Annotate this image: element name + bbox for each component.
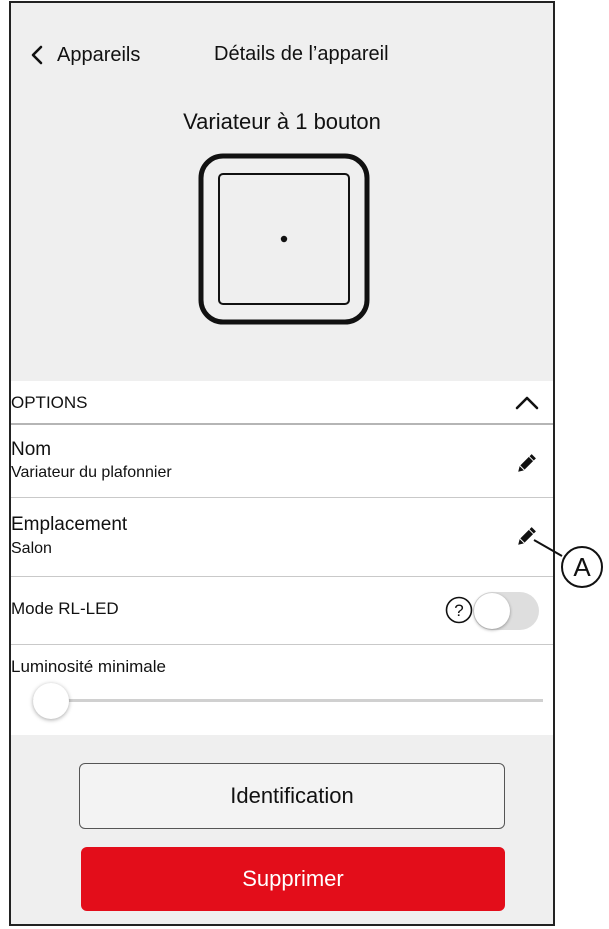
chevron-left-icon xyxy=(31,45,43,65)
toggle-knob xyxy=(474,593,510,629)
location-value: Salon xyxy=(11,540,52,557)
identify-button[interactable]: Identification xyxy=(79,763,505,829)
dimmer-switch-illustration xyxy=(198,153,370,325)
name-value: Variateur du plafonnier xyxy=(11,464,172,481)
min-brightness-slider-thumb[interactable] xyxy=(33,683,69,719)
callout-label: A xyxy=(561,546,603,588)
help-circle-icon[interactable]: ? xyxy=(445,596,473,624)
rl-led-mode-label: Mode RL-LED xyxy=(11,599,119,618)
name-row: Nom Variateur du plafonnier xyxy=(11,425,553,498)
options-section-header[interactable]: OPTIONS xyxy=(11,381,553,425)
location-label: Emplacement xyxy=(11,514,128,535)
delete-button[interactable]: Supprimer xyxy=(81,847,505,911)
pencil-icon[interactable] xyxy=(515,453,537,475)
min-brightness-row: Luminosité minimale xyxy=(11,645,553,735)
min-brightness-slider-track[interactable] xyxy=(33,699,543,702)
back-button-label: Appareils xyxy=(57,43,141,66)
options-section-title: OPTIONS xyxy=(11,393,88,412)
min-brightness-label: Luminosité minimale xyxy=(11,657,166,676)
rl-led-mode-toggle[interactable] xyxy=(473,592,539,630)
rl-led-mode-row: Mode RL-LED ? xyxy=(11,577,553,645)
chevron-up-icon[interactable] xyxy=(515,395,539,411)
pencil-icon[interactable] xyxy=(515,526,537,548)
device-name: Variateur à 1 bouton xyxy=(183,109,381,134)
app-header: Appareils Détails de l’appareil xyxy=(11,3,553,93)
device-details-screen: Appareils Détails de l’appareil Variateu… xyxy=(9,1,555,926)
svg-text:?: ? xyxy=(454,601,463,620)
page-title: Détails de l’appareil xyxy=(214,43,389,65)
back-button[interactable]: Appareils xyxy=(27,41,140,69)
location-row: Emplacement Salon xyxy=(11,498,553,577)
name-label: Nom xyxy=(11,439,52,460)
